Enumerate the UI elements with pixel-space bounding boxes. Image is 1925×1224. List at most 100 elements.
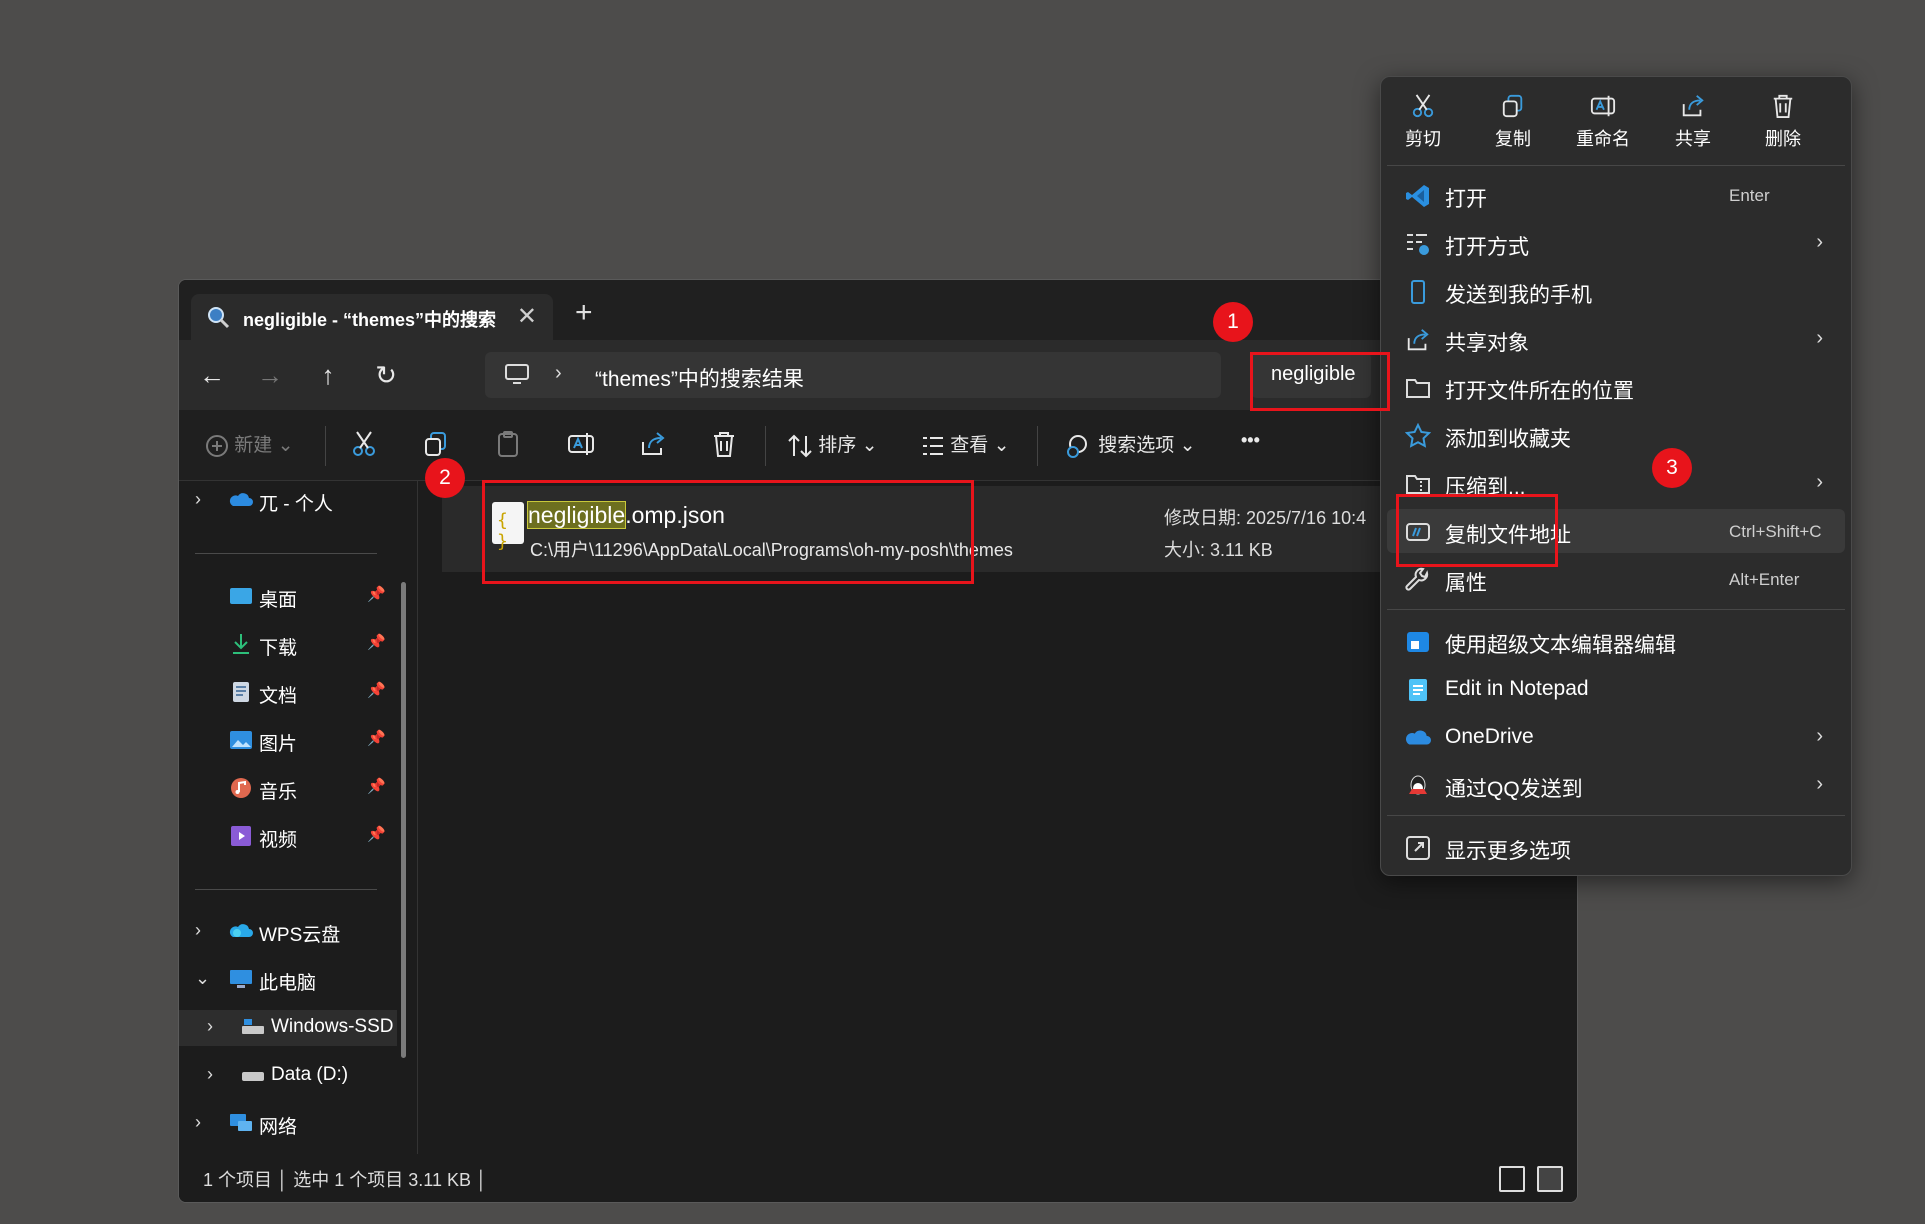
chevron-right-icon[interactable]: › xyxy=(195,489,201,510)
menu-item-label: 共享对象 xyxy=(1445,332,1529,355)
chevron-right-icon: › xyxy=(1816,231,1823,253)
share-label: 共享 xyxy=(1675,129,1711,149)
sidebar-item-desktop[interactable]: 桌面 📌 xyxy=(179,579,397,615)
share-icon xyxy=(1682,95,1704,117)
close-tab-icon[interactable]: ✕ xyxy=(517,302,537,331)
up-arrow-icon[interactable]: ↑ xyxy=(313,360,343,390)
chevron-right-icon[interactable]: › xyxy=(207,1016,213,1037)
menu-item-super-text-editor[interactable]: 使用超级文本编辑器编辑 xyxy=(1387,619,1845,663)
tab-search[interactable]: negligible - “themes”中的搜索 ✕ xyxy=(191,294,553,340)
chevron-right-icon[interactable]: › xyxy=(207,1064,213,1085)
copy-action[interactable]: 复制 xyxy=(1473,93,1553,151)
details-view-icon[interactable] xyxy=(1499,1166,1525,1192)
view-list-icon xyxy=(923,436,943,455)
chevron-right-icon[interactable]: › xyxy=(195,1112,201,1133)
sort-button[interactable]: 排序 ⌄ xyxy=(787,430,878,462)
new-tab-button[interactable]: + xyxy=(575,296,593,330)
pin-icon[interactable]: 📌 xyxy=(367,729,386,747)
breadcrumb[interactable]: “themes”中的搜索结果 xyxy=(595,363,804,393)
large-icons-view-icon[interactable] xyxy=(1537,1166,1563,1192)
annotation-box-search xyxy=(1250,352,1390,411)
trash-icon xyxy=(714,432,734,457)
pane-divider[interactable] xyxy=(417,481,418,1154)
search-options-icon xyxy=(1067,434,1087,458)
sidebar-item-downloads[interactable]: 下载 📌 xyxy=(179,627,397,663)
divider xyxy=(765,426,766,466)
open-with-icon xyxy=(1407,234,1429,255)
view-button[interactable]: 查看 ⌄ xyxy=(921,430,1010,462)
sidebar-item-label: 文档 xyxy=(259,686,298,707)
cut-action[interactable]: 剪切 xyxy=(1383,93,1463,151)
pin-icon[interactable]: 📌 xyxy=(367,585,386,603)
menu-item-open-with[interactable]: 打开方式 › xyxy=(1387,221,1845,265)
chevron-right-icon[interactable]: › xyxy=(195,920,201,941)
menu-item-qq-send[interactable]: 通过QQ发送到 › xyxy=(1387,763,1845,807)
sidebar-item-network[interactable]: › 网络 xyxy=(179,1106,397,1142)
sidebar-item-drive-c[interactable]: › Windows-SSD xyxy=(179,1010,397,1046)
annotation-badge-1: 1 xyxy=(1213,302,1253,342)
menu-item-open[interactable]: 打开 Enter xyxy=(1387,173,1845,217)
download-icon xyxy=(233,634,249,654)
cut-button[interactable] xyxy=(351,430,377,462)
search-options-button[interactable]: 搜索选项 ⌄ xyxy=(1065,430,1196,462)
wps-cloud-icon xyxy=(229,924,253,937)
sidebar-item-drive-d[interactable]: › Data (D:) xyxy=(179,1058,397,1094)
menu-item-onedrive[interactable]: OneDrive › xyxy=(1387,715,1845,759)
menu-item-edit-notepad[interactable]: Edit in Notepad xyxy=(1387,667,1845,711)
refresh-icon[interactable]: ↻ xyxy=(371,360,401,390)
network-icon xyxy=(230,1114,252,1131)
sidebar-item-pictures[interactable]: 图片 📌 xyxy=(179,723,397,759)
annotation-box-result xyxy=(482,480,974,584)
more-options-button[interactable]: ••• xyxy=(1241,430,1260,462)
address-bar[interactable]: › “themes”中的搜索结果 xyxy=(485,352,1221,398)
share-action[interactable]: 共享 xyxy=(1653,93,1733,151)
shortcut-hint: Enter xyxy=(1729,186,1770,205)
delete-action[interactable]: 删除 xyxy=(1743,93,1823,151)
view-label: 查看 xyxy=(950,435,989,456)
sidebar-item-documents[interactable]: 文档 📌 xyxy=(179,675,397,711)
windows-drive-icon xyxy=(242,1019,264,1034)
sort-icon xyxy=(788,434,812,458)
picture-icon xyxy=(230,731,252,749)
delete-button[interactable] xyxy=(711,430,737,462)
menu-item-label: 打开方式 xyxy=(1445,236,1529,259)
video-icon xyxy=(231,826,251,846)
shortcut-hint: Alt+Enter xyxy=(1729,570,1800,589)
chevron-right-icon[interactable]: › xyxy=(555,362,562,385)
menu-item-label: 通过QQ发送到 xyxy=(1445,778,1583,801)
rename-button[interactable] xyxy=(567,430,595,462)
sidebar-item-wps-cloud[interactable]: › WPS云盘 xyxy=(179,914,397,950)
pin-icon[interactable]: 📌 xyxy=(367,681,386,699)
menu-item-show-more[interactable]: 显示更多选项 xyxy=(1387,825,1845,869)
back-arrow-icon[interactable]: ← xyxy=(197,360,227,390)
menu-item-share-with[interactable]: 共享对象 › xyxy=(1387,317,1845,361)
pin-icon[interactable]: 📌 xyxy=(367,777,386,795)
sidebar-item-label: 下载 xyxy=(259,638,298,659)
star-icon xyxy=(1405,423,1431,448)
pin-icon[interactable]: 📌 xyxy=(367,633,386,651)
sidebar-scrollbar[interactable] xyxy=(401,582,406,1058)
sidebar-item-videos[interactable]: 视频 📌 xyxy=(179,819,397,855)
pin-icon[interactable]: 📌 xyxy=(367,825,386,843)
menu-item-add-favorites[interactable]: 添加到收藏夹 xyxy=(1387,413,1845,457)
copy-icon xyxy=(425,432,446,456)
chevron-down-icon[interactable]: ⌄ xyxy=(195,968,210,989)
menu-item-send-to-phone[interactable]: 发送到我的手机 xyxy=(1387,269,1845,313)
sidebar-item-this-pc[interactable]: ⌄ 此电脑 xyxy=(179,962,397,998)
phone-icon xyxy=(1411,280,1425,304)
sidebar-item-onedrive[interactable]: › 兀 - 个人 xyxy=(179,483,397,519)
menu-item-open-location[interactable]: 打开文件所在的位置 xyxy=(1387,365,1845,409)
forward-arrow-icon[interactable]: → xyxy=(255,360,285,390)
sidebar-item-label: 图片 xyxy=(259,734,298,755)
paste-button[interactable] xyxy=(495,430,521,462)
share-button[interactable] xyxy=(639,430,667,462)
sidebar-item-label: 桌面 xyxy=(259,590,298,611)
computer-icon xyxy=(505,364,529,384)
new-button[interactable]: 新建 ⌄ xyxy=(205,430,294,462)
status-text: 1 个项目 │ 选中 1 个项目 3.11 KB │ xyxy=(203,1170,488,1190)
sidebar-item-label: Windows-SSD xyxy=(271,1016,394,1037)
sidebar-item-music[interactable]: 音乐 📌 xyxy=(179,771,397,807)
drive-icon xyxy=(242,1072,264,1081)
rename-action[interactable]: 重命名 xyxy=(1563,93,1643,151)
vscode-icon xyxy=(1406,185,1429,207)
